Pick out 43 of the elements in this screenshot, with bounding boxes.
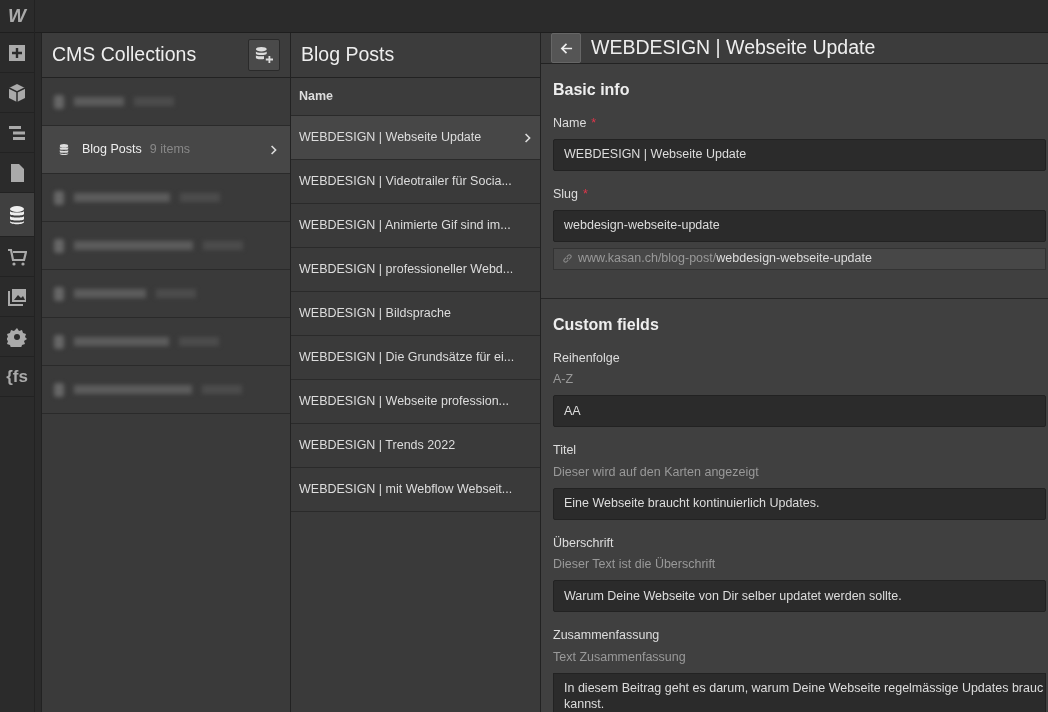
section-heading: Basic info (553, 80, 631, 100)
help-text: Text Zusammenfassung (553, 648, 687, 666)
logo-text: W (0, 0, 34, 33)
panel-title: CMS Collections (52, 42, 197, 68)
collection-item[interactable]: Blog Posts 9 items (42, 126, 290, 174)
arrow-left-icon (559, 41, 573, 55)
field-label: Slug (553, 186, 579, 201)
field-label: Titel (553, 443, 577, 457)
item-title: WEBDESIGN | Webseite Update (591, 35, 876, 61)
input-field[interactable]: Eine Webseite braucht kontinuierlich Updates. (553, 487, 1046, 520)
required-asterisk: * (583, 186, 588, 201)
field-label: Zusammenfassung (553, 628, 660, 642)
fs-text[interactable]: {fs (6, 363, 28, 390)
database-add-icon (254, 46, 274, 64)
field-label: Überschrift (553, 535, 614, 550)
field-label: Name (553, 116, 587, 130)
back-button[interactable] (551, 33, 581, 63)
cart-icon[interactable] (7, 246, 27, 267)
database-icon (58, 143, 70, 156)
url-preview: www.kasan.ch/blog-post/webdesign-webseite-update (553, 247, 1046, 270)
add-collection-button[interactable] (248, 39, 280, 71)
input-field[interactable]: webdesign-webseite-update (553, 209, 1046, 242)
chevron-right-icon (270, 143, 278, 156)
link-icon (562, 253, 573, 264)
database-icon[interactable] (7, 204, 27, 225)
section-heading: Custom fields (553, 314, 660, 335)
cube-icon[interactable] (7, 82, 27, 103)
help-text: A-Z (553, 371, 575, 389)
input-field[interactable]: Warum Deine Webseite von Dir selber updatet werden sollte. (553, 580, 1046, 612)
required-asterisk: * (591, 116, 597, 130)
help-text: Dieser wird auf den Karten angezeigt (553, 463, 760, 481)
field-label: Reihenfolge (553, 350, 620, 365)
help-text: Dieser Text ist die Überschrift (553, 556, 717, 574)
gear-icon[interactable] (7, 326, 27, 347)
text-area[interactable]: In diesem Beitrag geht es darum, warum Deine Webseite regelmässige Updates brauc kannst. (553, 672, 1046, 712)
panel-title: Blog Posts (301, 42, 395, 68)
input-field[interactable]: AA (553, 395, 1046, 427)
images-icon[interactable] (7, 286, 27, 307)
input-field[interactable]: WEBDESIGN | Webseite Update (553, 138, 1046, 171)
post-row[interactable]: WEBDESIGN | Webseite Update (291, 116, 540, 160)
chevron-right-icon (524, 131, 532, 144)
item-count: 9 items (149, 141, 191, 159)
plus-icon[interactable] (7, 42, 27, 63)
